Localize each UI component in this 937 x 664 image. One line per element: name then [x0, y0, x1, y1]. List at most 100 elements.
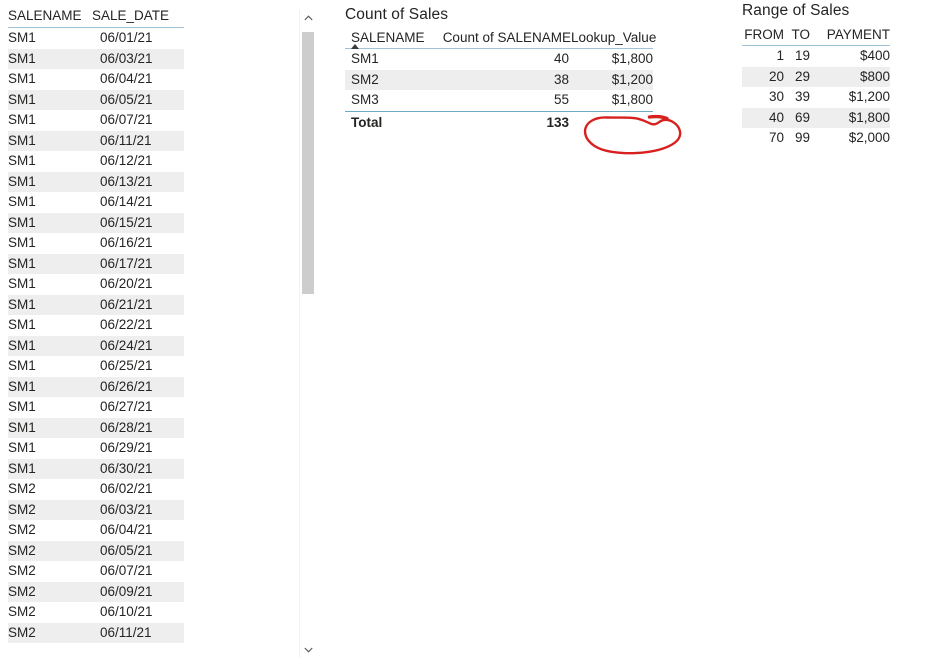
- table-row[interactable]: SM1 06/26/21: [8, 376, 184, 397]
- cell-sale-date: 06/02/21: [100, 481, 153, 496]
- table-row[interactable]: SM1 06/14/21: [8, 192, 184, 213]
- cell-sale-date: 06/01/21: [100, 30, 153, 45]
- table-row[interactable]: SM1 06/12/21: [8, 151, 184, 172]
- cell-sale-date: 06/05/21: [92, 89, 184, 110]
- table-row[interactable]: SM2 06/03/21: [8, 499, 184, 520]
- table-row[interactable]: SM2 06/11/21: [8, 622, 184, 643]
- cell-sale-date: 06/11/21: [92, 622, 184, 643]
- cell-payment: $400: [859, 48, 890, 63]
- sort-ascending-icon[interactable]: [351, 44, 359, 49]
- table-row[interactable]: SM1 06/15/21: [8, 212, 184, 233]
- table-row[interactable]: SM1 06/01/21: [8, 28, 184, 49]
- cell-salename: SM1: [8, 376, 92, 397]
- table-row[interactable]: SM1 06/17/21: [8, 253, 184, 274]
- cell-from: 1: [776, 48, 784, 63]
- count-of-sales-grid: SALENAME Count of SALENAME Lookup_Value …: [345, 30, 656, 134]
- cell-from: 20: [742, 66, 784, 87]
- cell-sale-date: 06/29/21: [100, 440, 153, 455]
- cell-salename: SM1: [8, 276, 36, 291]
- table-row[interactable]: SM1 06/25/21: [8, 356, 184, 377]
- cell-sale-date: 06/04/21: [100, 522, 153, 537]
- table-row[interactable]: SM2 06/04/21: [8, 520, 184, 541]
- cell-salename: SM1: [8, 417, 92, 438]
- column-header-sale-date[interactable]: SALE_DATE: [92, 8, 184, 28]
- table-row[interactable]: SM1 06/11/21: [8, 130, 184, 151]
- table-row[interactable]: SM1 40 $1,800: [345, 49, 653, 70]
- cell-salename: SM1: [8, 399, 36, 414]
- table-row[interactable]: SM1 06/07/21: [8, 110, 184, 131]
- table-row[interactable]: SM1 06/24/21: [8, 335, 184, 356]
- column-header-count-of-salename[interactable]: Count of SALENAME: [427, 30, 571, 49]
- table-row[interactable]: SM1 06/21/21: [8, 294, 184, 315]
- cell-to: 19: [794, 48, 810, 63]
- cell-salename: SM2: [8, 604, 36, 619]
- table-row[interactable]: SM2 06/10/21: [8, 602, 184, 623]
- range-of-sales-visual: Range of Sales FROM TO PAYMENT 1 19 $400 20…: [742, 2, 932, 149]
- cell-salename: SM1: [8, 253, 92, 274]
- table-row[interactable]: SM1 06/13/21: [8, 171, 184, 192]
- column-header-salename[interactable]: SALENAME: [345, 30, 427, 49]
- cell-sale-date: 06/15/21: [92, 212, 184, 233]
- total-label-cell: Total: [345, 110, 427, 134]
- sales-detail-body: SM1 06/01/21 SM1 06/03/21 SM1 06/04/21 SM1 06/0…: [8, 28, 184, 643]
- column-header-lookup-value[interactable]: Lookup_Value: [571, 30, 656, 49]
- cell-sale-date: 06/11/21: [92, 130, 184, 151]
- column-header-to[interactable]: TO: [784, 27, 810, 46]
- table-row[interactable]: SM2 06/09/21: [8, 581, 184, 602]
- cell-salename: SM1: [8, 212, 92, 233]
- table-row[interactable]: 30 39 $1,200: [742, 87, 890, 108]
- table-row[interactable]: SM2 38 $1,200: [345, 69, 653, 90]
- cell-sale-date: 06/09/21: [92, 581, 184, 602]
- table-header-row: SALENAME Count of SALENAME Lookup_Value: [345, 30, 656, 49]
- table-row[interactable]: SM1 06/30/21: [8, 458, 184, 479]
- cell-salename: SM2: [8, 622, 92, 643]
- cell-payment: $2,000: [848, 130, 890, 145]
- table-row[interactable]: SM1 06/22/21: [8, 315, 184, 336]
- cell-sale-date: 06/07/21: [100, 563, 153, 578]
- sales-detail-table: SALENAME SALE_DATE SM1 06/01/21 SM1 06/03/2…: [0, 8, 300, 643]
- cell-sale-date: 06/24/21: [92, 335, 184, 356]
- table-row[interactable]: SM3 55 $1,800: [345, 90, 653, 111]
- scrollbar-thumb[interactable]: [302, 32, 314, 294]
- cell-sale-date: 06/05/21: [92, 540, 184, 561]
- table-row[interactable]: 1 19 $400: [742, 46, 890, 67]
- table-row[interactable]: SM2 06/02/21: [8, 479, 184, 500]
- table-row[interactable]: 20 29 $800: [742, 66, 890, 87]
- cell-salename: SM1: [351, 51, 379, 66]
- cell-sale-date: 06/20/21: [100, 276, 153, 291]
- cell-lookup-value: $1,200: [571, 69, 653, 90]
- cell-to: 29: [784, 66, 810, 87]
- table-row[interactable]: 70 99 $2,000: [742, 128, 890, 149]
- cell-salename: SM3: [351, 92, 379, 107]
- column-header-from[interactable]: FROM: [742, 27, 784, 46]
- column-header-salename[interactable]: SALENAME: [8, 8, 92, 28]
- column-header-payment[interactable]: PAYMENT: [810, 27, 890, 46]
- cell-lookup-value: $1,800: [611, 51, 653, 66]
- table-row[interactable]: SM1 06/03/21: [8, 48, 184, 69]
- cell-sale-date: 06/27/21: [100, 399, 153, 414]
- table-row[interactable]: 40 69 $1,800: [742, 107, 890, 128]
- cell-sale-date: 06/13/21: [92, 171, 184, 192]
- table-row[interactable]: SM1 06/20/21: [8, 274, 184, 295]
- cell-salename: SM2: [8, 540, 92, 561]
- sales-detail-grid: SALENAME SALE_DATE SM1 06/01/21 SM1 06/03/2…: [8, 8, 184, 643]
- scroll-up-arrow-icon[interactable]: [300, 10, 317, 27]
- cell-sale-date: 06/04/21: [100, 71, 153, 86]
- table-row[interactable]: SM1 06/29/21: [8, 438, 184, 459]
- cell-sale-date: 06/03/21: [92, 499, 184, 520]
- table-row[interactable]: SM1 06/05/21: [8, 89, 184, 110]
- table-row[interactable]: SM2 06/05/21: [8, 540, 184, 561]
- cell-sale-date: 06/16/21: [100, 235, 153, 250]
- scroll-down-arrow-icon[interactable]: [300, 641, 317, 658]
- table-row[interactable]: SM2 06/07/21: [8, 561, 184, 582]
- table-row[interactable]: SM1 06/04/21: [8, 69, 184, 90]
- table-row[interactable]: SM1 06/27/21: [8, 397, 184, 418]
- cell-sale-date: 06/07/21: [100, 112, 153, 127]
- table-row[interactable]: SM1 06/16/21: [8, 233, 184, 254]
- cell-to: 39: [794, 89, 810, 104]
- cell-salename: SM1: [8, 48, 92, 69]
- sales-detail-scrollbar[interactable]: [299, 10, 316, 658]
- cell-lookup-value: $1,800: [611, 92, 653, 107]
- cell-salename: SM1: [8, 317, 36, 332]
- table-row[interactable]: SM1 06/28/21: [8, 417, 184, 438]
